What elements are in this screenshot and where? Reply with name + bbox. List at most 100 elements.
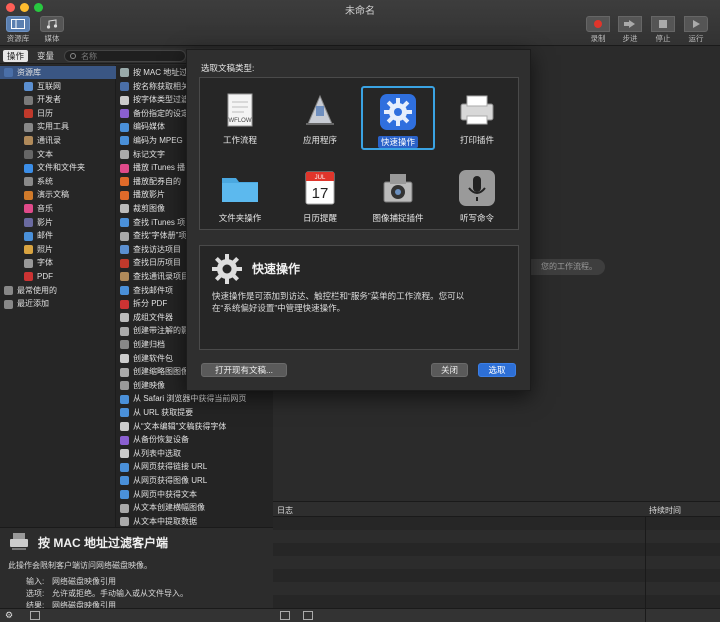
workflow-hint: 您的工作流程。 xyxy=(523,259,605,275)
sidebar-item-developer[interactable]: 开发者 xyxy=(0,93,116,106)
sidebar-item-recently-added[interactable]: 最近添加 xyxy=(0,297,116,310)
document-type-label: 快速操作 xyxy=(377,136,418,148)
library-icon xyxy=(11,19,25,29)
list-item[interactable]: 查找“字体册”项 xyxy=(120,229,186,242)
list-item-label: 查找日历项目 xyxy=(133,258,181,268)
list-item[interactable]: 从“文本编辑”文稿获得字体 xyxy=(120,420,226,433)
list-item[interactable]: 创建归档 xyxy=(120,338,165,351)
duration-column-header[interactable]: 持续时间 xyxy=(649,505,681,516)
list-view-icon[interactable] xyxy=(280,611,290,620)
gear-icon[interactable]: ⚙ xyxy=(5,610,13,621)
list-item[interactable]: 拆分 PDF xyxy=(120,297,167,310)
sidebar-item-system[interactable]: 系统 xyxy=(0,175,116,188)
list-item[interactable]: 从备份恢复设备 xyxy=(120,433,189,446)
library-toggle-button[interactable] xyxy=(6,16,30,32)
media-button[interactable] xyxy=(40,16,64,32)
sidebar-item-internet[interactable]: 互联网 xyxy=(0,80,116,93)
sidebar-item-library-root[interactable]: 资源库 xyxy=(0,66,116,79)
log-column-header[interactable]: 日志 xyxy=(277,505,293,516)
list-item[interactable]: 查找 iTunes 项 xyxy=(120,216,185,229)
list-item[interactable]: 创建缩略图图像 xyxy=(120,365,189,378)
list-item[interactable]: 按名称获取相关 xyxy=(120,80,189,93)
list-item[interactable]: 创建映像 xyxy=(120,379,165,392)
list-item[interactable]: 播放配券自的 xyxy=(120,175,181,188)
list-item[interactable]: 按 MAC 地址过滤 xyxy=(120,66,195,79)
split-view-icon[interactable] xyxy=(303,611,313,620)
document-type-label: 听写命令 xyxy=(459,213,494,223)
list-item[interactable]: 编码媒体 xyxy=(120,120,165,133)
pdf-icon xyxy=(24,272,33,282)
close-button[interactable]: 关闭 xyxy=(431,363,468,377)
input-label: 输入: xyxy=(26,577,45,586)
sidebar-item-contacts[interactable]: 通讯录 xyxy=(0,134,116,147)
list-item[interactable]: 查找访达项目 xyxy=(120,243,181,256)
list-item-label: 从网页获得链接 URL xyxy=(133,462,208,472)
sidebar-item-presentations[interactable]: 演示文稿 xyxy=(0,188,116,201)
stop-button[interactable] xyxy=(651,16,675,32)
list-item[interactable]: 创建带注解的影 xyxy=(120,324,189,337)
list-item-label: 编码为 MPEG xyxy=(133,136,183,145)
step-button[interactable] xyxy=(618,16,642,32)
svg-text:17: 17 xyxy=(312,185,329,202)
sidebar-item-text[interactable]: 文本 xyxy=(0,148,116,161)
action-icon xyxy=(120,95,129,105)
list-item[interactable]: 查找邮件项 xyxy=(120,284,173,297)
choose-button[interactable]: 选取 xyxy=(478,363,516,377)
tab-variables[interactable]: 变量 xyxy=(33,50,58,62)
list-item[interactable]: 标记文字 xyxy=(120,148,165,161)
sidebar-item-music[interactable]: 音乐 xyxy=(0,202,116,215)
list-item-label: 从网页获得图像 URL xyxy=(133,476,208,485)
tab-actions[interactable]: 操作 xyxy=(3,50,29,62)
action-icon xyxy=(120,394,129,404)
description-toggle-icon[interactable] xyxy=(30,611,40,620)
run-button[interactable] xyxy=(684,16,708,32)
sidebar-item-files-folders[interactable]: 文件和文件夹 xyxy=(0,161,116,174)
list-item[interactable]: 从网页获得图像 URL xyxy=(120,474,207,487)
sidebar-item-movies[interactable]: 影片 xyxy=(0,216,116,229)
action-icon xyxy=(120,313,129,323)
sidebar-item-utilities[interactable]: 实用工具 xyxy=(0,120,116,133)
sidebar-item-fonts[interactable]: 字体 xyxy=(0,256,116,269)
sidebar-item-pdf[interactable]: PDF xyxy=(0,270,116,283)
sidebar-item-most-used[interactable]: 最常使用的 xyxy=(0,284,116,297)
list-item[interactable]: 成组文件器 xyxy=(120,311,173,324)
document-type-option[interactable]: 文件夹操作 xyxy=(203,164,277,228)
step-label: 步进 xyxy=(622,34,638,43)
document-type-option[interactable]: 听写命令 xyxy=(440,164,514,228)
list-item[interactable]: 创建软件包 xyxy=(120,352,173,365)
list-item[interactable]: 从 URL 获取提要 xyxy=(120,406,193,419)
sidebar-item-mail[interactable]: 邮件 xyxy=(0,229,116,242)
list-item[interactable]: 裁剪图像 xyxy=(120,202,165,215)
list-item[interactable]: 备份指定的设定 xyxy=(120,107,189,120)
description-summary: 此操作会限制客户端访问网络磁盘映像。 xyxy=(8,561,152,570)
list-item[interactable]: 从网页中获得文本 xyxy=(120,488,197,501)
search-input[interactable]: 名称 xyxy=(64,50,186,62)
list-item[interactable]: 从文本中提取数据 xyxy=(120,515,197,527)
sidebar-item-label: 实用工具 xyxy=(37,122,69,132)
list-item[interactable]: 从网页获得链接 URL xyxy=(120,460,207,473)
document-type-option[interactable]: JUL 17 日历提醒 xyxy=(283,164,357,228)
window-title: 未命名 xyxy=(345,6,375,17)
list-item[interactable]: 从文本创建横幅图像 xyxy=(120,501,205,514)
document-type-option[interactable]: WFLOW 工作流程 xyxy=(203,86,277,150)
list-item[interactable]: 从 Safari 浏览器中获得当前网页 xyxy=(120,392,246,405)
list-item[interactable]: 编码为 MPEG xyxy=(120,134,183,147)
document-type-option[interactable]: 应用程序 xyxy=(283,86,357,150)
list-item-label: 按名称获取相关 xyxy=(133,81,189,91)
list-item[interactable]: 播放 iTunes 播 xyxy=(120,161,185,174)
sidebar-item-photos[interactable]: 照片 xyxy=(0,243,116,256)
list-item[interactable]: 查找通讯录项目 xyxy=(120,270,189,283)
list-item[interactable]: 从列表中选取 xyxy=(120,447,181,460)
record-button[interactable] xyxy=(586,16,610,32)
list-item[interactable]: 查找日历项目 xyxy=(120,256,181,269)
action-icon xyxy=(120,245,129,255)
document-type-option[interactable]: 图像捕捉插件 xyxy=(361,164,435,228)
stop-icon xyxy=(659,20,667,28)
document-type-option[interactable]: 打印插件 xyxy=(440,86,514,150)
action-icon xyxy=(120,340,129,350)
list-item[interactable]: 按字体类型过滤 xyxy=(120,93,189,106)
open-existing-button[interactable]: 打开现有文稿... xyxy=(201,363,287,377)
list-item[interactable]: 播放影片 xyxy=(120,188,165,201)
sidebar-item-calendar[interactable]: 日历 xyxy=(0,107,116,120)
document-type-option[interactable]: 快速操作 xyxy=(361,86,435,150)
